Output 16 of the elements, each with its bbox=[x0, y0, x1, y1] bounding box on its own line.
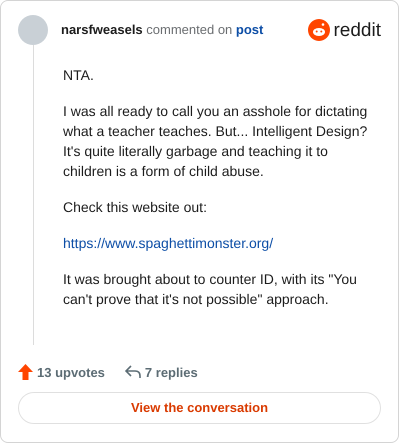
website-link[interactable]: https://www.spaghettimonster.org/ bbox=[63, 233, 371, 253]
comment-paragraph: Check this website out: bbox=[63, 198, 208, 217]
reddit-logo-icon bbox=[308, 19, 330, 41]
comment-paragraph: I was all ready to call you an asshole for dictating what a teacher teaches. But... Intelligent Design? It's quite literally garbage and teaching it to children is a form of child abuse. bbox=[63, 102, 368, 181]
upvote-arrow-icon bbox=[18, 364, 33, 380]
avatar bbox=[18, 15, 48, 45]
reply-count: 7 replies bbox=[144, 364, 198, 382]
action-text: commented on bbox=[146, 22, 232, 38]
comment-paragraph: NTA. bbox=[63, 66, 95, 85]
reply-arrow-icon bbox=[124, 365, 141, 380]
post-link[interactable]: post bbox=[236, 22, 264, 38]
view-conversation-button[interactable]: View the conversation bbox=[18, 392, 381, 424]
author-name[interactable]: narsfweasels bbox=[61, 22, 143, 38]
logo-text: reddit bbox=[333, 20, 381, 40]
upvote-count: 13 upvotes bbox=[37, 364, 105, 382]
comment-paragraph: It was brought about to counter ID, with its "You can't prove that it's not possible" approach. bbox=[63, 270, 358, 309]
